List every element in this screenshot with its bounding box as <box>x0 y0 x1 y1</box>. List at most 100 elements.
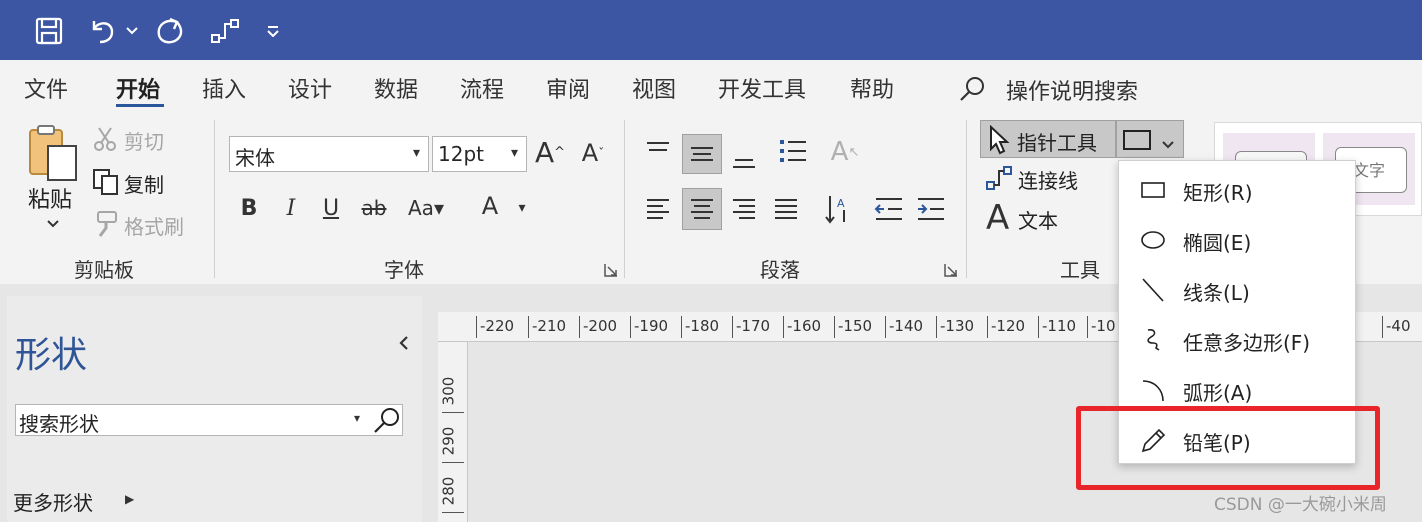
tab-design[interactable]: 设计 <box>288 72 332 104</box>
menu-item-freeform[interactable]: 任意多边形(F) <box>1119 315 1355 365</box>
redo-icon[interactable] <box>150 12 190 50</box>
change-case-icon[interactable]: Aa▾ <box>400 192 452 224</box>
shrink-font-icon[interactable]: Aˇ <box>578 136 608 170</box>
group-separator <box>966 120 967 278</box>
justify-icon[interactable] <box>770 192 802 226</box>
paste-icon[interactable] <box>26 124 80 184</box>
search-icon[interactable] <box>958 75 986 103</box>
ribbon-tabs: 文件 开始 插入 设计 数据 流程 审阅 视图 开发工具 帮助 操作说明搜索 <box>0 60 1422 114</box>
ruler-tick-mark <box>579 316 580 338</box>
menu-item-label: 矩形(R) <box>1183 181 1253 205</box>
format-painter-icon <box>92 210 120 242</box>
connector-icon[interactable] <box>204 12 244 50</box>
font-name-select[interactable]: 宋体 ▾ <box>229 136 429 172</box>
menu-item-label: 弧形(A) <box>1183 381 1253 405</box>
shapes-panel-title: 形状 <box>15 335 88 376</box>
copy-button[interactable]: 复制 <box>124 169 164 198</box>
ruler-tick-mark <box>783 316 784 338</box>
tab-help[interactable]: 帮助 <box>850 72 894 104</box>
ruler-tick-label: -10 <box>1091 317 1116 335</box>
ruler-tick-label: -160 <box>787 317 822 335</box>
vertical-ruler: 300 290 280 <box>438 342 468 522</box>
rotate-text-icon[interactable]: A ↖ <box>828 134 862 170</box>
font-color-icon[interactable]: A <box>476 190 504 222</box>
dialog-launcher-icon[interactable] <box>604 262 618 277</box>
menu-item-label: 任意多边形(F) <box>1183 331 1311 355</box>
menu-item-rectangle[interactable]: 矩形(R) <box>1119 165 1355 215</box>
bullets-icon[interactable] <box>776 134 810 168</box>
ruler-tick-label: 280 <box>439 476 458 506</box>
rectangle-icon <box>1139 177 1167 203</box>
undo-icon[interactable] <box>84 12 120 50</box>
dialog-launcher-icon[interactable] <box>944 262 958 277</box>
align-right-icon[interactable] <box>728 192 760 226</box>
tab-home[interactable]: 开始 <box>116 72 160 104</box>
tab-view[interactable]: 视图 <box>632 72 676 104</box>
tab-developer[interactable]: 开发工具 <box>718 72 806 104</box>
active-tab-indicator <box>116 104 164 107</box>
cut-button[interactable]: 剪切 <box>124 126 164 155</box>
ruler-tick-mark <box>1382 316 1383 338</box>
strikethrough-icon[interactable]: ab <box>358 192 390 224</box>
chevron-down-icon <box>1161 135 1175 154</box>
menu-item-line[interactable]: 线条(L) <box>1119 265 1355 315</box>
customize-icon[interactable] <box>262 12 284 50</box>
tab-file[interactable]: 文件 <box>24 72 68 104</box>
chevron-right-icon: ▶ <box>125 492 135 506</box>
group-label-paragraph: 段落 <box>760 258 800 282</box>
align-top-icon[interactable] <box>642 134 674 168</box>
menu-item-label: 椭圆(E) <box>1183 231 1252 255</box>
italic-icon[interactable]: I <box>278 192 304 224</box>
increase-indent-icon[interactable] <box>914 192 948 226</box>
undo-dropdown-icon[interactable] <box>122 12 142 50</box>
underline-icon[interactable]: U <box>318 192 344 224</box>
align-bottom-icon[interactable] <box>728 142 760 176</box>
ruler-tick-label: -140 <box>889 317 924 335</box>
chevron-down-icon[interactable]: ▾ <box>512 194 532 222</box>
ruler-tick-mark <box>442 412 464 413</box>
chevron-down-icon: ▾ <box>510 145 518 161</box>
ruler-tick-mark <box>987 316 988 338</box>
decrease-indent-icon[interactable] <box>872 192 906 226</box>
chevron-down-icon[interactable]: ▾ <box>354 411 360 425</box>
ruler-tick-label: -110 <box>1042 317 1077 335</box>
font-size-select[interactable]: 12pt ▾ <box>432 136 527 172</box>
rectangle-icon <box>1123 130 1151 150</box>
text-direction-icon[interactable]: A <box>822 190 854 228</box>
align-left-icon[interactable] <box>642 192 674 226</box>
align-center-icon[interactable] <box>682 188 722 230</box>
ruler-tick-mark <box>834 316 835 338</box>
drawing-tools-split-button[interactable] <box>1116 120 1184 158</box>
tab-process[interactable]: 流程 <box>460 72 504 104</box>
ruler-tick-mark <box>442 512 464 513</box>
format-painter-button[interactable]: 格式刷 <box>124 211 184 240</box>
search-shapes-field[interactable]: 搜索形状 ▾ <box>15 404 403 436</box>
grow-font-icon[interactable]: A ^ <box>534 134 566 170</box>
collapse-panel-icon[interactable] <box>397 334 411 356</box>
shape-style-2-text: 文字 <box>1353 161 1386 180</box>
ruler-tick-mark <box>476 316 477 338</box>
pointer-tool-button[interactable]: 指针工具 <box>980 120 1116 158</box>
ruler-tick-label: -120 <box>991 317 1026 335</box>
ruler-tick-label: -40 <box>1386 317 1411 335</box>
align-middle-icon[interactable] <box>682 134 722 174</box>
connector-icon <box>984 164 1014 196</box>
ruler-tick-mark <box>442 462 464 463</box>
bold-icon[interactable]: B <box>236 192 262 224</box>
chevron-down-icon[interactable] <box>46 214 60 233</box>
tab-review[interactable]: 审阅 <box>546 72 590 104</box>
save-icon[interactable] <box>30 12 68 50</box>
ruler-tick-label: -220 <box>480 317 515 335</box>
connector-tool-button[interactable]: 连接线 <box>1018 165 1078 194</box>
ruler-tick-mark <box>681 316 682 338</box>
shapes-panel: 形状 搜索形状 ▾ 更多形状 ▶ <box>7 296 422 522</box>
search-icon[interactable] <box>372 406 402 440</box>
menu-item-ellipse[interactable]: 椭圆(E) <box>1119 215 1355 265</box>
paste-button[interactable]: 粘贴 <box>28 182 72 214</box>
tab-insert[interactable]: 插入 <box>202 72 246 104</box>
text-tool-icon: A <box>986 198 1010 238</box>
tell-me-search[interactable]: 操作说明搜索 <box>1006 74 1138 106</box>
text-tool-button[interactable]: 文本 <box>1018 205 1058 234</box>
more-shapes-button[interactable]: 更多形状 <box>13 487 93 516</box>
tab-data[interactable]: 数据 <box>374 72 418 104</box>
